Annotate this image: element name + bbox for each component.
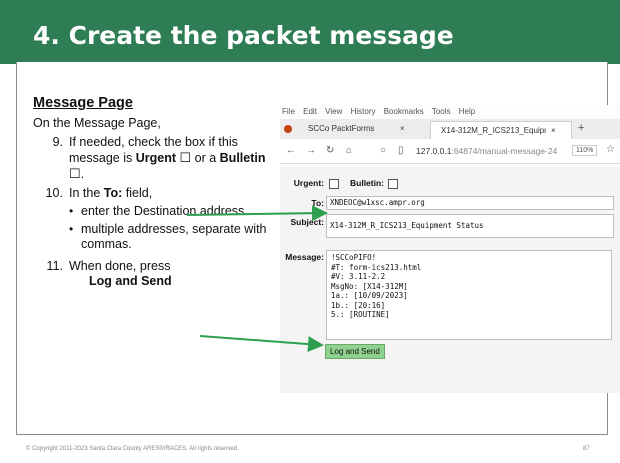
arrow-log-send [199,335,324,353]
arrow-to-field [186,205,328,222]
callout-arrows [186,205,328,353]
page-number: 87 [583,446,590,452]
copyright-footer: © Copyright 2011-2023 Santa Clara County… [26,446,239,452]
